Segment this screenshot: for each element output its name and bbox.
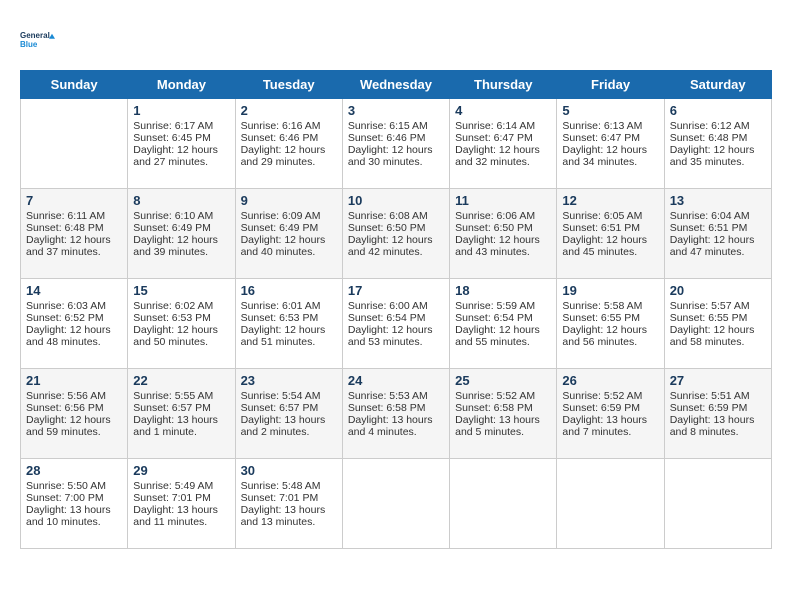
- calendar-cell: 12Sunrise: 6:05 AMSunset: 6:51 PMDayligh…: [557, 189, 664, 279]
- calendar-cell: 13Sunrise: 6:04 AMSunset: 6:51 PMDayligh…: [664, 189, 771, 279]
- day-number: 22: [133, 373, 229, 388]
- calendar-cell: 5Sunrise: 6:13 AMSunset: 6:47 PMDaylight…: [557, 99, 664, 189]
- week-row-5: 28Sunrise: 5:50 AMSunset: 7:00 PMDayligh…: [21, 459, 772, 549]
- calendar-cell: 19Sunrise: 5:58 AMSunset: 6:55 PMDayligh…: [557, 279, 664, 369]
- day-number: 27: [670, 373, 766, 388]
- calendar-cell: 26Sunrise: 5:52 AMSunset: 6:59 PMDayligh…: [557, 369, 664, 459]
- column-header-sunday: Sunday: [21, 71, 128, 99]
- day-number: 13: [670, 193, 766, 208]
- calendar-header-row: SundayMondayTuesdayWednesdayThursdayFrid…: [21, 71, 772, 99]
- calendar-cell: 3Sunrise: 6:15 AMSunset: 6:46 PMDaylight…: [342, 99, 449, 189]
- day-number: 26: [562, 373, 658, 388]
- calendar-cell: 14Sunrise: 6:03 AMSunset: 6:52 PMDayligh…: [21, 279, 128, 369]
- day-number: 18: [455, 283, 551, 298]
- column-header-wednesday: Wednesday: [342, 71, 449, 99]
- column-header-friday: Friday: [557, 71, 664, 99]
- calendar-cell: 2Sunrise: 6:16 AMSunset: 6:46 PMDaylight…: [235, 99, 342, 189]
- calendar-cell: [450, 459, 557, 549]
- logo-icon: GeneralBlue: [20, 20, 60, 60]
- day-number: 11: [455, 193, 551, 208]
- calendar-cell: 11Sunrise: 6:06 AMSunset: 6:50 PMDayligh…: [450, 189, 557, 279]
- day-number: 25: [455, 373, 551, 388]
- calendar-cell: 6Sunrise: 6:12 AMSunset: 6:48 PMDaylight…: [664, 99, 771, 189]
- svg-text:General: General: [20, 31, 50, 40]
- calendar-cell: [664, 459, 771, 549]
- day-number: 21: [26, 373, 122, 388]
- calendar-cell: [557, 459, 664, 549]
- calendar-cell: 28Sunrise: 5:50 AMSunset: 7:00 PMDayligh…: [21, 459, 128, 549]
- calendar-cell: 20Sunrise: 5:57 AMSunset: 6:55 PMDayligh…: [664, 279, 771, 369]
- svg-text:Blue: Blue: [20, 40, 38, 49]
- day-number: 9: [241, 193, 337, 208]
- day-number: 4: [455, 103, 551, 118]
- day-number: 23: [241, 373, 337, 388]
- day-number: 30: [241, 463, 337, 478]
- calendar-cell: 4Sunrise: 6:14 AMSunset: 6:47 PMDaylight…: [450, 99, 557, 189]
- day-number: 28: [26, 463, 122, 478]
- calendar-cell: 29Sunrise: 5:49 AMSunset: 7:01 PMDayligh…: [128, 459, 235, 549]
- calendar-cell: 7Sunrise: 6:11 AMSunset: 6:48 PMDaylight…: [21, 189, 128, 279]
- calendar-cell: 22Sunrise: 5:55 AMSunset: 6:57 PMDayligh…: [128, 369, 235, 459]
- calendar-cell: 8Sunrise: 6:10 AMSunset: 6:49 PMDaylight…: [128, 189, 235, 279]
- calendar-table: SundayMondayTuesdayWednesdayThursdayFrid…: [20, 70, 772, 549]
- calendar-cell: 10Sunrise: 6:08 AMSunset: 6:50 PMDayligh…: [342, 189, 449, 279]
- calendar-cell: 24Sunrise: 5:53 AMSunset: 6:58 PMDayligh…: [342, 369, 449, 459]
- week-row-2: 7Sunrise: 6:11 AMSunset: 6:48 PMDaylight…: [21, 189, 772, 279]
- calendar-cell: 30Sunrise: 5:48 AMSunset: 7:01 PMDayligh…: [235, 459, 342, 549]
- day-number: 17: [348, 283, 444, 298]
- calendar-cell: 25Sunrise: 5:52 AMSunset: 6:58 PMDayligh…: [450, 369, 557, 459]
- column-header-monday: Monday: [128, 71, 235, 99]
- calendar-cell: [342, 459, 449, 549]
- day-number: 20: [670, 283, 766, 298]
- day-number: 16: [241, 283, 337, 298]
- day-number: 7: [26, 193, 122, 208]
- day-number: 12: [562, 193, 658, 208]
- day-number: 24: [348, 373, 444, 388]
- day-number: 6: [670, 103, 766, 118]
- day-number: 2: [241, 103, 337, 118]
- day-number: 8: [133, 193, 229, 208]
- calendar-cell: 18Sunrise: 5:59 AMSunset: 6:54 PMDayligh…: [450, 279, 557, 369]
- day-number: 5: [562, 103, 658, 118]
- calendar-cell: [21, 99, 128, 189]
- calendar-cell: 23Sunrise: 5:54 AMSunset: 6:57 PMDayligh…: [235, 369, 342, 459]
- column-header-saturday: Saturday: [664, 71, 771, 99]
- calendar-cell: 17Sunrise: 6:00 AMSunset: 6:54 PMDayligh…: [342, 279, 449, 369]
- day-number: 10: [348, 193, 444, 208]
- day-number: 3: [348, 103, 444, 118]
- day-number: 14: [26, 283, 122, 298]
- week-row-3: 14Sunrise: 6:03 AMSunset: 6:52 PMDayligh…: [21, 279, 772, 369]
- day-number: 15: [133, 283, 229, 298]
- calendar-cell: 21Sunrise: 5:56 AMSunset: 6:56 PMDayligh…: [21, 369, 128, 459]
- calendar-cell: 1Sunrise: 6:17 AMSunset: 6:45 PMDaylight…: [128, 99, 235, 189]
- page-header: GeneralBlue: [20, 20, 772, 60]
- calendar-cell: 27Sunrise: 5:51 AMSunset: 6:59 PMDayligh…: [664, 369, 771, 459]
- calendar-cell: 16Sunrise: 6:01 AMSunset: 6:53 PMDayligh…: [235, 279, 342, 369]
- column-header-tuesday: Tuesday: [235, 71, 342, 99]
- calendar-cell: 15Sunrise: 6:02 AMSunset: 6:53 PMDayligh…: [128, 279, 235, 369]
- week-row-4: 21Sunrise: 5:56 AMSunset: 6:56 PMDayligh…: [21, 369, 772, 459]
- calendar-cell: 9Sunrise: 6:09 AMSunset: 6:49 PMDaylight…: [235, 189, 342, 279]
- logo: GeneralBlue: [20, 20, 64, 60]
- day-number: 1: [133, 103, 229, 118]
- column-header-thursday: Thursday: [450, 71, 557, 99]
- week-row-1: 1Sunrise: 6:17 AMSunset: 6:45 PMDaylight…: [21, 99, 772, 189]
- day-number: 19: [562, 283, 658, 298]
- day-number: 29: [133, 463, 229, 478]
